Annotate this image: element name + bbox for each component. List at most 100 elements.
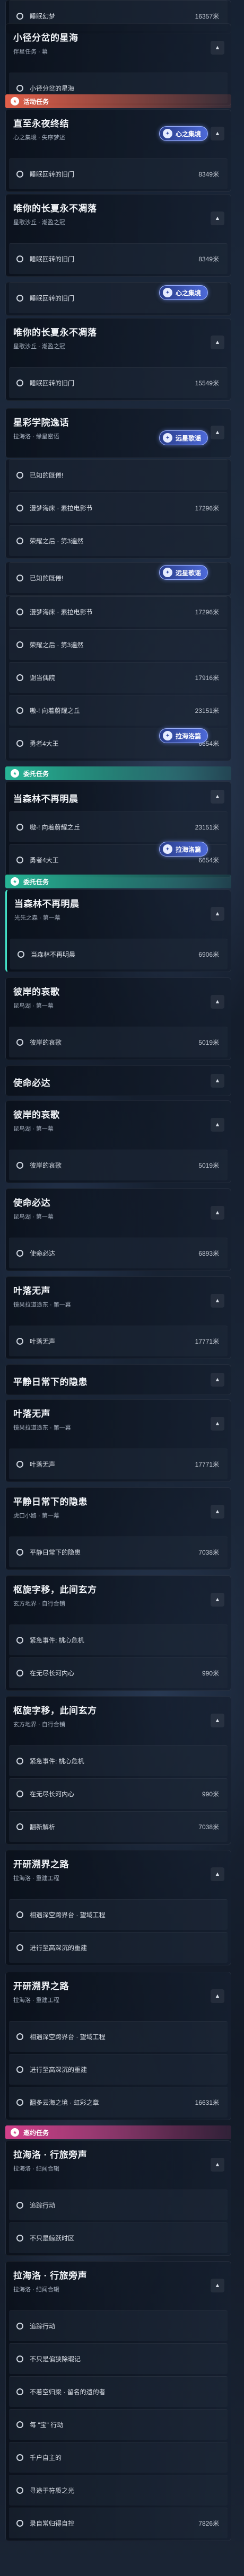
- quest-step[interactable]: 在无尽长河内心 990米: [9, 1778, 228, 1809]
- section-header-event: ★ 活动任务: [5, 94, 231, 108]
- chevron-up-icon[interactable]: ▲: [211, 41, 224, 55]
- quest-card[interactable]: 唯你的长夏永不凋落 星歌沙丘 · 潮盈之冠 ▲ 睡眠回转的旧门 8349米: [5, 194, 231, 277]
- quest-step[interactable]: 荣耀之后 · 第3遍然: [9, 629, 228, 660]
- chevron-up-icon[interactable]: ▲: [211, 1867, 224, 1881]
- quest-header[interactable]: 彼岸的哀歌 昆鸟湖 · 第一幕 ▲: [6, 978, 231, 1027]
- quest-list[interactable]: 睡眠幻梦 16357米 小径分岔的星海 伴星任务 · 幕 ▲ 小径分岔的星海 ★ 活动任务 直至…: [0, 0, 244, 2576]
- quest-step[interactable]: 每 "宝" 行动: [9, 2409, 228, 2440]
- quest-header[interactable]: 平静日常下的隐患 ▲: [6, 1365, 231, 1395]
- quest-header[interactable]: 使命必达 ▲: [6, 1066, 231, 1096]
- chevron-up-icon[interactable]: ▲: [211, 127, 224, 140]
- chevron-up-icon[interactable]: ▲: [211, 1417, 224, 1431]
- quest-step[interactable]: 在无尽长河内心 990米: [9, 1657, 228, 1688]
- quest-card[interactable]: 彼岸的哀歌 昆鸟湖 · 第一幕 ▲ 彼岸的哀歌 5019米: [5, 1100, 231, 1183]
- quest-step[interactable]: 录自常归得自控 7826米: [9, 2508, 228, 2538]
- quest-header[interactable]: 枢旋字移，此间玄方 玄方地界 · 自行合销 ▲: [6, 1576, 231, 1625]
- chevron-up-icon[interactable]: ▲: [211, 2279, 224, 2292]
- chevron-up-icon[interactable]: ▲: [211, 336, 224, 349]
- quest-card[interactable]: 唯你的长夏永不凋落 星歌沙丘 · 潮盈之冠 ▲ 睡眠回转的旧门 15549米: [5, 318, 231, 401]
- quest-header[interactable]: 开研溯界之路 拉海洛 · 重建工程 ▲: [6, 1972, 231, 2021]
- quest-card[interactable]: 当森林不再明晨 ▲ 嗷-! 向着蔚耀之丘 23151米 勇者4大王 6654米: [5, 781, 231, 878]
- quest-header[interactable]: 小径分岔的星海 伴星任务 · 幕 ▲: [6, 24, 231, 73]
- quest-step[interactable]: 已知的既倦!: [9, 460, 228, 490]
- quest-step[interactable]: 荣耀之后 · 第3遍然: [9, 525, 228, 556]
- quest-step[interactable]: 翻新解析 7038米: [9, 1811, 228, 1842]
- quest-header[interactable]: 使命必达 昆鸟湖 · 第一幕 ▲: [6, 1189, 231, 1238]
- quest-header[interactable]: 叶落无声 镜果拉道途东 · 第一幕 ▲: [6, 1277, 231, 1326]
- chevron-up-icon[interactable]: ▲: [211, 1118, 224, 1132]
- quest-step[interactable]: 进行至高深沉的重建: [9, 2054, 228, 2085]
- quest-step[interactable]: 追踪行动: [9, 2190, 228, 2220]
- chevron-up-icon[interactable]: ▲: [211, 2158, 224, 2172]
- chevron-up-icon[interactable]: ▲: [211, 1714, 224, 1727]
- quest-card[interactable]: 彼岸的哀歌 昆鸟湖 · 第一幕 ▲ 彼岸的哀歌 5019米: [5, 977, 231, 1060]
- quest-card[interactable]: 平静日常下的隐患 ▲: [5, 1364, 231, 1395]
- quest-step[interactable]: 不着空归梁 · 留名的遗的者: [9, 2376, 228, 2407]
- quest-header[interactable]: 彼岸的哀歌 昆鸟湖 · 第一幕 ▲: [6, 1101, 231, 1150]
- quest-card[interactable]: 平静日常下的隐患 虎口小路 · 第一幕 ▲ 平静日常下的隐患 7038米: [5, 1487, 231, 1570]
- quest-card[interactable]: 直至永夜终结 心之集境 · 失序梦述 ▲ 睡眠回转的旧门 8349米: [5, 109, 231, 192]
- quest-step[interactable]: 彼岸的哀歌 5019米: [9, 1150, 228, 1180]
- quest-step[interactable]: 叶落无声 17771米: [9, 1326, 228, 1356]
- quest-step[interactable]: 相遇深空跨界台 · 望域工程: [9, 1899, 228, 1930]
- quest-step[interactable]: 当森林不再明晨 6906米: [10, 939, 228, 969]
- quest-step[interactable]: 漫梦海床 · 素拉电影节 17296米: [9, 492, 228, 523]
- quest-card[interactable]: 拉海洛 · 行旅旁声 拉海洛 · 纪闻合辑 ▲ 追踪行动 不只是偏狭除瑕记 不着空归梁 ·…: [5, 2261, 231, 2541]
- chevron-up-icon[interactable]: ▲: [211, 995, 224, 1009]
- quest-card[interactable]: 枢旋字移，此间玄方 玄方地界 · 自行合销 ▲ 紧急事件: 桃心危机 在无尽长河内心 99…: [5, 1696, 231, 1845]
- quest-header[interactable]: 当森林不再明晨 光先之森 · 第一幕 ▲: [7, 890, 231, 939]
- quest-step[interactable]: 寻途于符质之光: [9, 2475, 228, 2506]
- chevron-up-icon[interactable]: ▲: [211, 1989, 224, 2003]
- quest-card[interactable]: 小径分岔的星海 伴星任务 · 幕 ▲ 小径分岔的星海: [5, 23, 231, 106]
- chevron-up-icon[interactable]: ▲: [211, 1206, 224, 1220]
- quest-step[interactable]: 千户自主的: [9, 2442, 228, 2473]
- quest-card[interactable]: 开研溯界之路 拉海洛 · 重建工程 ▲ 相遇深空跨界台 · 望域工程 进行至高深沉的重建…: [5, 1972, 231, 2120]
- quest-step[interactable]: 紧急事件: 桃心危机: [9, 1625, 228, 1655]
- quest-step[interactable]: 追踪行动: [9, 2310, 228, 2341]
- quest-step[interactable]: 嗷-! 向着蔚耀之丘 23151米: [9, 695, 228, 726]
- quest-step[interactable]: 叶落无声 17771米: [9, 1449, 228, 1479]
- chevron-up-icon[interactable]: ▲: [211, 426, 224, 439]
- quest-step[interactable]: 不只是鲸跃时区: [9, 2222, 228, 2253]
- quest-card[interactable]: 叶落无声 镜果拉道途东 · 第一幕 ▲ 叶落无声 17771米: [5, 1276, 231, 1359]
- chevron-up-icon[interactable]: ▲: [211, 1373, 224, 1387]
- chevron-up-icon[interactable]: ▲: [211, 1074, 224, 1088]
- quest-step[interactable]: 相遇深空跨界台 · 望域工程: [9, 2021, 228, 2052]
- quest-step[interactable]: 不只是偏狭除瑕记: [9, 2343, 228, 2374]
- quest-step[interactable]: 平静日常下的隐患 7038米: [9, 1537, 228, 1567]
- chevron-up-icon[interactable]: ▲: [211, 1294, 224, 1308]
- quest-header[interactable]: 拉海洛 · 行旅旁声 拉海洛 · 纪闻合辑 ▲: [6, 2141, 231, 2190]
- quest-card[interactable]: 使命必达 昆鸟湖 · 第一幕 ▲ 使命必达 6893米: [5, 1188, 231, 1271]
- quest-header[interactable]: 拉海洛 · 行旅旁声 拉海洛 · 纪闻合辑 ▲: [6, 2262, 231, 2310]
- chevron-up-icon[interactable]: ▲: [211, 211, 224, 225]
- chevron-up-icon[interactable]: ▲: [211, 790, 224, 804]
- quest-step[interactable]: 进行至高深沉的重建: [9, 1932, 228, 1963]
- quest-header[interactable]: 唯你的长夏永不凋落 星歌沙丘 · 潮盈之冠 ▲: [6, 195, 231, 243]
- quest-step[interactable]: 睡眠回转的旧门 8349米: [9, 158, 228, 189]
- quest-card[interactable]: 拉海洛 · 行旅旁声 拉海洛 · 纪闻合辑 ▲ 追踪行动 不只是鲸跃时区: [5, 2140, 231, 2256]
- quest-card[interactable]: 使命必达 ▲: [5, 1065, 231, 1096]
- quest-card[interactable]: 已知的既倦! 漫梦海床 · 素拉电影节 17296米 荣耀之后 · 第3遍然: [5, 459, 231, 559]
- quest-step[interactable]: 睡眠回转的旧门 15549米: [9, 367, 228, 398]
- quest-header[interactable]: 叶落无声 镜果拉道途东 · 第一幕 ▲: [6, 1400, 231, 1449]
- quest-step[interactable]: 嗷-! 向着蔚耀之丘 23151米: [9, 811, 228, 842]
- quest-step[interactable]: 谢当偶院 17916米: [9, 662, 228, 693]
- quest-step[interactable]: 紧急事件: 桃心危机: [9, 1745, 228, 1776]
- chevron-up-icon[interactable]: ▲: [211, 1593, 224, 1607]
- quest-header[interactable]: 开研溯界之路 拉海洛 · 重建工程 ▲: [6, 1850, 231, 1899]
- quest-header[interactable]: 平静日常下的隐患 虎口小路 · 第一幕 ▲: [6, 1488, 231, 1537]
- quest-card[interactable]: 开研溯界之路 拉海洛 · 重建工程 ▲ 相遇深空跨界台 · 望域工程 进行至高深沉的重建: [5, 1850, 231, 1965]
- quest-step[interactable]: 翻多云海之境 · 虹彩之章 16631米: [9, 2087, 228, 2118]
- quest-step[interactable]: 使命必达 6893米: [9, 1238, 228, 1268]
- quest-step[interactable]: 漫梦海床 · 素拉电影节 17296米: [9, 596, 228, 627]
- quest-step[interactable]: 睡眠回转的旧门 8349米: [9, 243, 228, 274]
- chevron-up-icon[interactable]: ▲: [211, 1505, 224, 1519]
- quest-card[interactable]: 枢旋字移，此间玄方 玄方地界 · 自行合销 ▲ 紧急事件: 桃心危机 在无尽长河内心 99…: [5, 1575, 231, 1691]
- quest-header[interactable]: 当森林不再明晨 ▲: [6, 782, 231, 811]
- quest-step[interactable]: 彼岸的哀歌 5019米: [9, 1027, 228, 1057]
- quest-card[interactable]: 当森林不再明晨 光先之森 · 第一幕 ▲ 当森林不再明晨 6906米: [5, 889, 231, 972]
- quest-card[interactable]: 叶落无声 镜果拉道途东 · 第一幕 ▲ 叶落无声 17771米: [5, 1399, 231, 1482]
- quest-header[interactable]: 枢旋字移，此间玄方 玄方地界 · 自行合销 ▲: [6, 1697, 231, 1745]
- chevron-up-icon[interactable]: ▲: [211, 907, 224, 921]
- quest-header[interactable]: 唯你的长夏永不凋落 星歌沙丘 · 潮盈之冠 ▲: [6, 319, 231, 367]
